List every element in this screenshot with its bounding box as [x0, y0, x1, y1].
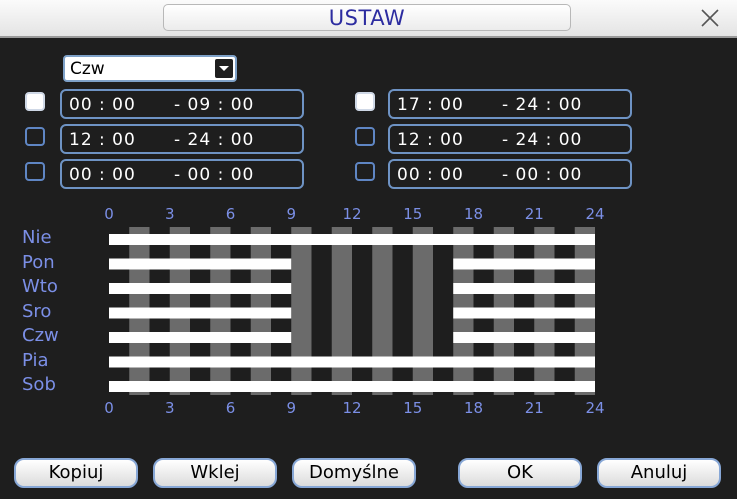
hour-label-bottom: 21: [524, 399, 544, 417]
schedule-bar-sob: [109, 381, 595, 392]
default-button-label: Domyślne: [309, 462, 399, 483]
hour-label-bottom: 12: [342, 399, 362, 417]
schedule-dialog: USTAW Czw 00 : 00 - 09 : 00 17 : 00 - 24…: [0, 0, 737, 499]
hour-label-bottom: 18: [463, 399, 484, 417]
hour-label-top: 0: [104, 205, 114, 223]
day-label-nie: Nie: [22, 227, 52, 248]
hour-stripe: [372, 227, 393, 395]
ok-button[interactable]: OK: [458, 458, 582, 488]
copy-button-label: Kopiuj: [48, 462, 104, 483]
schedule-bar-pon: [109, 258, 292, 270]
schedule-bar-czw: [453, 332, 595, 343]
hour-label-bottom: 24: [585, 399, 605, 417]
cancel-button[interactable]: Anuluj: [597, 458, 721, 488]
hour-label-top: 21: [524, 205, 544, 223]
paste-button-label: Wklej: [190, 462, 240, 483]
schedule-bar-wto: [453, 283, 595, 294]
day-label-sro: Sro: [22, 300, 52, 322]
ok-button-label: OK: [507, 462, 533, 483]
day-label-wto: Wto: [22, 276, 58, 297]
schedule-bar-sro: [109, 307, 292, 319]
schedule-chart[interactable]: [0, 0, 737, 499]
hour-stripe: [331, 227, 352, 395]
hour-label-top: 12: [342, 205, 362, 223]
hour-label-bottom: 9: [286, 399, 297, 417]
hour-label-top: 18: [463, 205, 484, 223]
hour-label-bottom: 0: [104, 399, 114, 417]
hour-label-bottom: 15: [403, 399, 423, 417]
copy-button[interactable]: Kopiuj: [14, 458, 138, 488]
hour-label-top: 3: [164, 205, 175, 223]
hour-stripe: [412, 227, 433, 395]
day-label-czw: Czw: [22, 325, 59, 346]
hour-stripe: [291, 227, 312, 395]
paste-button[interactable]: Wklej: [153, 458, 277, 488]
hour-label-top: 6: [225, 205, 236, 223]
hour-label-top: 15: [403, 205, 423, 223]
schedule-bar-pia: [109, 356, 595, 368]
default-button[interactable]: Domyślne: [292, 458, 416, 488]
cancel-button-label: Anuluj: [630, 462, 688, 483]
schedule-bar-pon: [453, 258, 595, 270]
schedule-bar-czw: [109, 332, 292, 343]
day-label-pon: Pon: [22, 251, 55, 273]
hour-label-top: 24: [585, 205, 605, 223]
day-label-pia: Pia: [22, 349, 49, 371]
hour-label-top: 9: [286, 205, 297, 223]
hour-label-bottom: 3: [164, 399, 175, 417]
schedule-bar-sro: [453, 307, 595, 319]
day-label-sob: Sob: [22, 374, 56, 395]
schedule-bar-nie: [109, 234, 595, 245]
schedule-bar-wto: [109, 283, 292, 294]
hour-label-bottom: 6: [225, 399, 236, 417]
